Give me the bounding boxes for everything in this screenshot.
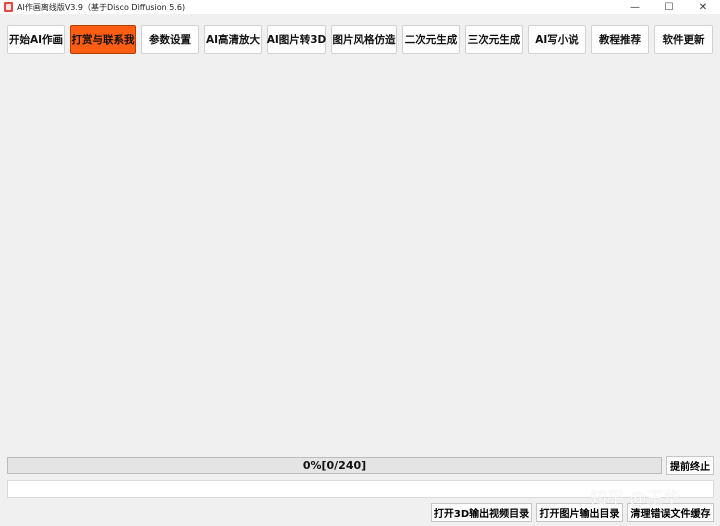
window-title: AI作画离线版V3.9（基于Disco Diffusion 5.6)	[17, 2, 186, 12]
tutorial-recommendation-button[interactable]: 教程推荐	[591, 25, 649, 54]
parameter-settings-button[interactable]: 参数设置	[141, 25, 199, 54]
software-update-button[interactable]: 软件更新	[654, 25, 713, 54]
image-style-imitation-button[interactable]: 图片风格仿造	[331, 25, 397, 54]
log-output-field[interactable]	[7, 480, 714, 498]
ai-write-novel-button[interactable]: AI写小说	[528, 25, 586, 54]
main-toolbar: 开始AI作画 打赏与联系我 参数设置 AI高清放大 AI图片转3D 图片风格仿造…	[7, 25, 713, 56]
open-3d-output-folder-button[interactable]: 打开3D输出视频目录	[431, 503, 532, 522]
title-bar: AI作画离线版V3.9（基于Disco Diffusion 5.6) — ☐ ✕	[0, 0, 720, 14]
app-icon	[4, 2, 13, 12]
progress-label: 0%[0/240]	[302, 459, 367, 472]
minimize-icon[interactable]: —	[618, 0, 652, 14]
start-ai-painting-button[interactable]: 开始AI作画	[7, 25, 65, 54]
realistic-generation-button[interactable]: 三次元生成	[465, 25, 523, 54]
progress-bar: 0%[0/240]	[7, 457, 662, 474]
close-icon[interactable]: ✕	[686, 0, 720, 14]
stop-early-button[interactable]: 提前终止	[666, 456, 714, 475]
clear-error-cache-button[interactable]: 清理错误文件缓存	[627, 503, 714, 522]
window-controls: — ☐ ✕	[618, 0, 720, 14]
anime-generation-button[interactable]: 二次元生成	[402, 25, 460, 54]
ai-image-to-3d-button[interactable]: AI图片转3D	[267, 25, 326, 54]
donate-contact-button[interactable]: 打赏与联系我	[70, 25, 136, 54]
ai-upscale-button[interactable]: AI高清放大	[204, 25, 262, 54]
open-image-output-folder-button[interactable]: 打开图片输出目录	[536, 503, 623, 522]
maximize-icon[interactable]: ☐	[652, 0, 686, 14]
